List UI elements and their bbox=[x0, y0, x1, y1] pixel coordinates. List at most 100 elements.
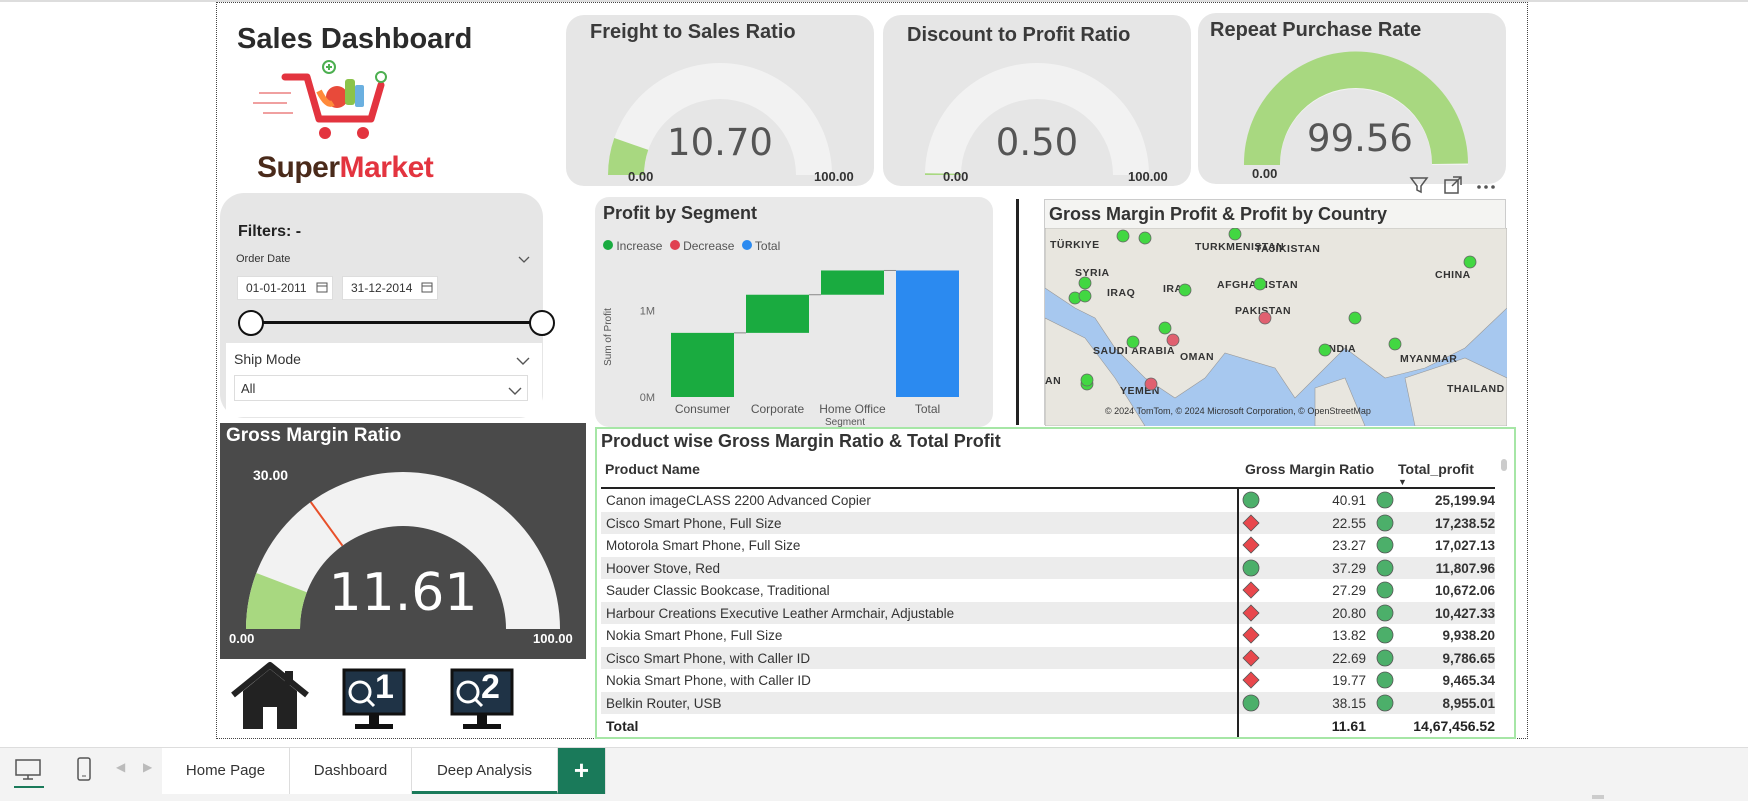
table-row[interactable]: Nokia Smart Phone, with Caller ID 19.77 9,… bbox=[601, 669, 1495, 692]
visual-header-toolbar bbox=[1409, 175, 1509, 197]
more-options-icon[interactable] bbox=[1475, 175, 1497, 200]
freight-to-sales-gauge[interactable]: Freight to Sales Ratio 10.70 0.00 100.00 bbox=[566, 15, 874, 186]
map-bubble[interactable] bbox=[1080, 373, 1094, 387]
map-bubble[interactable] bbox=[1078, 289, 1092, 303]
bar-home-office[interactable] bbox=[821, 270, 884, 295]
tab-home-page[interactable]: Home Page bbox=[162, 748, 290, 794]
add-page-button[interactable]: + bbox=[558, 748, 606, 794]
table-row[interactable]: Motorola Smart Phone, Full Size 23.27 17,0… bbox=[601, 534, 1495, 557]
table-row[interactable]: Canon imageCLASS 2200 Advanced Copier 40.… bbox=[601, 489, 1495, 512]
product-table[interactable]: Product wise Gross Margin Ratio & Total … bbox=[595, 427, 1516, 739]
column-header-profit[interactable]: Total_profit bbox=[1398, 461, 1474, 477]
date-slider-end-handle[interactable] bbox=[529, 310, 555, 336]
y-tick-label: 0M bbox=[640, 392, 655, 404]
deep-analysis-2-icon[interactable]: 2 bbox=[449, 667, 515, 731]
table-row[interactable]: Harbour Creations Executive Leather Armc… bbox=[601, 601, 1495, 624]
map-canvas[interactable]: TÜRKIYESYRIAIRAQ IRANTURKMENISTANTAJIKIST… bbox=[1045, 228, 1507, 426]
status-warning-icon bbox=[1242, 513, 1260, 532]
calendar-icon[interactable] bbox=[316, 281, 328, 296]
gross-margin-ratio: 20.80 bbox=[1332, 605, 1366, 621]
map-bubble[interactable] bbox=[1253, 277, 1267, 291]
map-country-label: IRAQ bbox=[1107, 287, 1135, 299]
date-slider-start-handle[interactable] bbox=[238, 310, 264, 336]
chevron-down-icon[interactable] bbox=[518, 251, 530, 269]
table-row[interactable]: Cisco Smart Phone, Full Size 22.55 17,238.… bbox=[601, 511, 1495, 534]
tab-dashboard[interactable]: Dashboard bbox=[290, 748, 412, 794]
calendar-icon[interactable] bbox=[421, 281, 433, 296]
gross-margin-max: 100.00 bbox=[533, 631, 573, 646]
gross-margin-ratio: 13.82 bbox=[1332, 628, 1366, 643]
gross-margin-title: Gross Margin Ratio bbox=[226, 425, 402, 446]
gross-margin-ratio: 22.69 bbox=[1332, 650, 1366, 666]
bar-corporate[interactable] bbox=[746, 294, 809, 333]
map-country-label: MYANMAR bbox=[1400, 353, 1457, 365]
status-good-icon bbox=[1242, 559, 1260, 577]
chevron-down-icon[interactable] bbox=[516, 353, 530, 371]
filter-icon[interactable] bbox=[1409, 175, 1429, 200]
profit-by-segment-chart[interactable]: Profit by Segment Increase Decrease Tota… bbox=[595, 197, 993, 427]
map-bubble[interactable] bbox=[1228, 228, 1242, 241]
table-row[interactable]: Hoover Stove, Red 37.29 11,807.96 bbox=[601, 556, 1495, 579]
status-good-icon bbox=[1376, 604, 1394, 622]
deep-analysis-1-number: 1 bbox=[375, 668, 394, 706]
map-bubble[interactable] bbox=[1138, 231, 1152, 245]
table-scrollbar[interactable] bbox=[1501, 459, 1507, 471]
next-page-icon[interactable]: ▶ bbox=[143, 760, 152, 774]
product-name: Harbour Creations Executive Leather Armc… bbox=[606, 605, 955, 621]
map-bubble[interactable] bbox=[1126, 335, 1140, 349]
date-slider-track[interactable] bbox=[250, 321, 540, 324]
map-bubble[interactable] bbox=[1116, 229, 1130, 243]
status-good-icon bbox=[1376, 671, 1394, 689]
sort-desc-icon[interactable]: ▼ bbox=[1398, 477, 1407, 487]
bar-consumer[interactable] bbox=[671, 332, 734, 397]
discount-to-profit-gauge[interactable]: Discount to Profit Ratio 0.50 0.00 100.0… bbox=[883, 15, 1191, 186]
table-row[interactable]: Cisco Smart Phone, with Caller ID 22.69 9,… bbox=[601, 646, 1495, 669]
map-bubble[interactable] bbox=[1388, 337, 1402, 351]
column-header-product[interactable]: Product Name bbox=[605, 461, 700, 477]
chevron-down-icon[interactable] bbox=[508, 383, 522, 401]
gross-margin-ratio: 40.91 bbox=[1332, 493, 1366, 508]
column-divider bbox=[1237, 489, 1239, 737]
product-name: Nokia Smart Phone, Full Size bbox=[606, 628, 783, 643]
desktop-view-icon[interactable] bbox=[14, 758, 42, 787]
total-profit: 10,672.06 bbox=[1434, 583, 1495, 598]
prev-page-icon[interactable]: ◀ bbox=[116, 760, 125, 774]
status-warning-icon bbox=[1242, 581, 1260, 599]
bar-total[interactable] bbox=[896, 270, 959, 397]
column-header-gmr[interactable]: Gross Margin Ratio bbox=[1245, 461, 1374, 477]
product-name: Canon imageCLASS 2200 Advanced Copier bbox=[606, 493, 871, 508]
ship-mode-dropdown[interactable]: All bbox=[234, 375, 528, 401]
gauge-min: 0.00 bbox=[628, 169, 654, 184]
date-from-input[interactable]: 01-01-2011 bbox=[237, 276, 333, 300]
gross-margin-ratio: 19.77 bbox=[1332, 673, 1366, 688]
date-to-input[interactable]: 31-12-2014 bbox=[342, 276, 438, 300]
repeat-purchase-gauge[interactable]: Repeat Purchase Rate 99.56 0.00 bbox=[1198, 13, 1506, 184]
map-bubble[interactable] bbox=[1144, 377, 1158, 391]
map-bubble[interactable] bbox=[1463, 255, 1477, 269]
map-bubble[interactable] bbox=[1178, 283, 1192, 297]
map-bubble[interactable] bbox=[1258, 311, 1272, 325]
table-row[interactable]: Nokia Smart Phone, Full Size 13.82 9,938.2… bbox=[601, 624, 1495, 647]
gross-margin-gauge[interactable]: Gross Margin Ratio 11.61 30.00 0.00 100.… bbox=[220, 423, 586, 659]
mobile-view-icon[interactable] bbox=[76, 756, 92, 787]
deep-analysis-1-icon[interactable]: 1 bbox=[341, 667, 407, 731]
home-icon[interactable] bbox=[229, 661, 311, 731]
status-good-icon bbox=[1242, 694, 1260, 712]
country-map[interactable]: Gross Margin Profit & Profit by Country … bbox=[1044, 199, 1507, 426]
desktop-view-underline bbox=[14, 786, 44, 788]
deep-analysis-2-number: 2 bbox=[481, 668, 500, 706]
total-profit: 17,027.13 bbox=[1434, 538, 1495, 553]
map-bubble[interactable] bbox=[1166, 333, 1180, 347]
table-row[interactable]: Sauder Classic Bookcase, Traditional 27.2… bbox=[601, 579, 1495, 602]
focus-mode-icon[interactable] bbox=[1443, 175, 1463, 200]
map-bubble[interactable] bbox=[1318, 343, 1332, 357]
report-canvas: Sales Dashboard SuperMarket Freight to S… bbox=[216, 2, 1528, 739]
map-bubble[interactable] bbox=[1078, 276, 1092, 290]
map-bubble[interactable] bbox=[1158, 321, 1172, 335]
tab-deep-analysis[interactable]: Deep Analysis bbox=[412, 748, 558, 794]
total-profit: 9,786.65 bbox=[1442, 650, 1495, 666]
status-bar-widget bbox=[1592, 795, 1604, 799]
map-bubble[interactable] bbox=[1348, 311, 1362, 325]
table-row[interactable]: Belkin Router, USB 38.15 8,955.01 bbox=[601, 691, 1495, 714]
status-good-icon bbox=[1376, 559, 1394, 577]
